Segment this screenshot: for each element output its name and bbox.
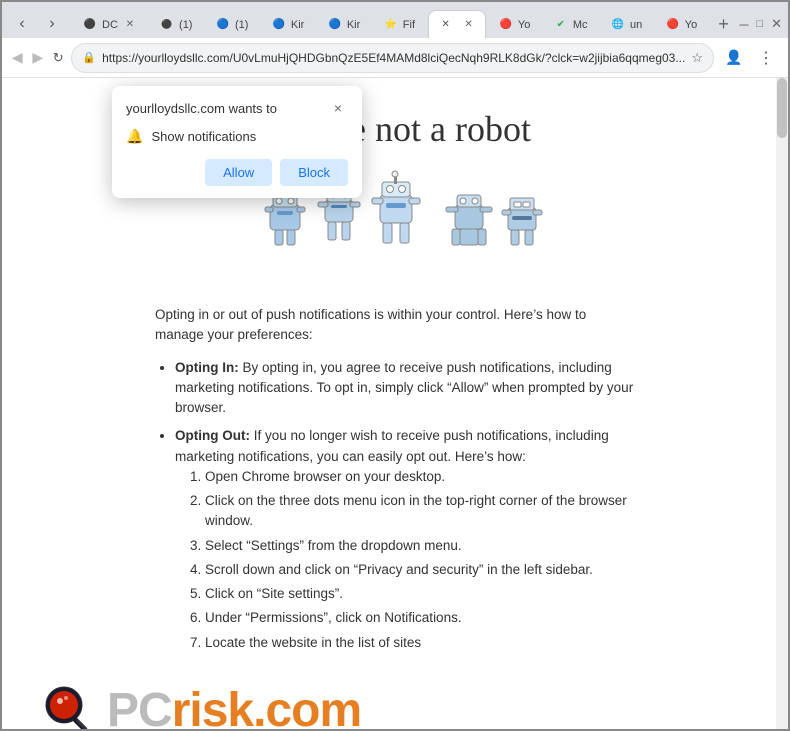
popup-notification-row: 🔔 Show notifications: [126, 128, 348, 145]
step-7: Locate the website in the list of sites: [205, 633, 635, 653]
om-text: .: [253, 684, 265, 729]
step-5: Click on “Site settings”.: [205, 584, 635, 604]
tab-active-icon: ✕: [439, 18, 453, 32]
tab-mc-icon: ✔: [554, 18, 568, 32]
tab-1[interactable]: ⚫ (1): [149, 10, 203, 38]
tab-1-label: (1): [179, 19, 192, 31]
maximize-button[interactable]: □: [756, 18, 763, 30]
tab-kir1-label: Kir: [291, 19, 304, 31]
profile-button[interactable]: 👤: [720, 44, 748, 72]
tab-2-icon: 🔵: [216, 18, 230, 32]
popup-header: yourlloydsllc.com wants to ×: [126, 98, 348, 118]
tab-un[interactable]: 🌐 un: [600, 10, 653, 38]
bookmark-star-icon[interactable]: ☆: [691, 50, 703, 66]
allow-button[interactable]: Allow: [205, 159, 272, 186]
scrollbar-thumb[interactable]: [777, 78, 787, 138]
tab-kir2-icon: 🔵: [328, 18, 342, 32]
tab-active-close[interactable]: ✕: [462, 18, 476, 32]
tab-un-icon: 🌐: [611, 18, 625, 32]
browser-window: ‹ › ⚫ DC ✕ ⚫ (1) 🔵 (1) 🔵 Kir 🔵 Kir ⭐ Fif: [0, 0, 790, 731]
tab-kir2-label: Kir: [347, 19, 360, 31]
opting-in-bold: Opting In:: [175, 360, 239, 375]
tab-yo1-label: Yo: [518, 19, 530, 31]
forward-button[interactable]: ›: [38, 10, 66, 38]
page-body: Opting in or out of push notifications i…: [155, 305, 635, 653]
address-text: https://yourlloydsllc.com/U0vLmuHjQHDGbn…: [102, 51, 685, 65]
tab-1-icon: ⚫: [160, 18, 174, 32]
block-button[interactable]: Block: [280, 159, 348, 186]
opting-in-text: By opting in, you agree to receive push …: [175, 360, 633, 416]
step-3: Select “Settings” from the dropdown menu…: [205, 536, 635, 556]
forward-nav-button[interactable]: ▶: [30, 44, 44, 72]
popup-buttons: Allow Block: [126, 159, 348, 186]
tab-dc-close[interactable]: ✕: [123, 18, 137, 32]
popup-title: yourlloydsllc.com wants to: [126, 101, 277, 116]
tab-kir2[interactable]: 🔵 Kir: [317, 10, 371, 38]
tab-kir1-icon: 🔵: [272, 18, 286, 32]
back-button[interactable]: ‹: [8, 10, 36, 38]
menu-button[interactable]: ⋮: [752, 44, 780, 72]
tab-fif-icon: ⭐: [384, 18, 398, 32]
tab-dc[interactable]: ⚫ DC ✕: [72, 10, 147, 38]
scrollbar[interactable]: [776, 78, 788, 729]
toolbar-right: 👤 ⋮: [720, 44, 780, 72]
step-4: Scroll down and click on “Privacy and se…: [205, 560, 635, 580]
tab-yo2-label: Yo: [685, 19, 697, 31]
tab-mc-label: Mc: [573, 19, 588, 31]
tab-2[interactable]: 🔵 (1): [205, 10, 259, 38]
opting-out-item: Opting Out: If you no longer wish to rec…: [175, 426, 635, 653]
page-intro-text: Opting in or out of push notifications i…: [155, 305, 635, 346]
lock-icon: 🔒: [82, 51, 96, 64]
tab-yo2-icon: 🔴: [666, 18, 680, 32]
tab-yo1-icon: 🔴: [499, 18, 513, 32]
step-1: Open Chrome browser on your desktop.: [205, 467, 635, 487]
tab-mc[interactable]: ✔ Mc: [543, 10, 598, 38]
toolbar: ◀ ▶ ↻ 🔒 https://yourlloydsllc.com/U0vLmu…: [2, 38, 788, 78]
page-bullets: Opting In: By opting in, you agree to re…: [175, 358, 635, 653]
minimize-button[interactable]: ─: [739, 17, 748, 32]
show-notifications-label: Show notifications: [151, 129, 256, 144]
opting-in-item: Opting In: By opting in, you agree to re…: [175, 358, 635, 419]
opting-out-bold: Opting Out:: [175, 428, 250, 443]
pcrisk-logo-text: PCrisk.com: [107, 683, 361, 729]
step-6: Under “Permissions”, click on Notificati…: [205, 608, 635, 628]
tab-dc-icon: ⚫: [83, 18, 97, 32]
com-text: com: [265, 684, 361, 729]
tab-2-label: (1): [235, 19, 248, 31]
tab-yo2[interactable]: 🔴 Yo: [655, 10, 708, 38]
notification-popup: yourlloydsllc.com wants to × 🔔 Show noti…: [112, 86, 362, 198]
tab-dc-label: DC: [102, 19, 118, 31]
bell-icon: 🔔: [126, 128, 143, 145]
tab-bar: ‹ › ⚫ DC ✕ ⚫ (1) 🔵 (1) 🔵 Kir 🔵 Kir ⭐ Fif: [2, 2, 788, 38]
tab-kir1[interactable]: 🔵 Kir: [261, 10, 315, 38]
step-2: Click on the three dots menu icon in the…: [205, 491, 635, 532]
page-area: yourlloydsllc.com wants to × 🔔 Show noti…: [2, 78, 788, 729]
steps-list: Open Chrome browser on your desktop. Cli…: [205, 467, 635, 653]
tab-fif-label: Fif: [403, 19, 415, 31]
risk-text: risk: [172, 684, 253, 729]
tab-active[interactable]: ✕ ✕: [428, 10, 486, 38]
new-tab-button[interactable]: +: [710, 10, 738, 38]
pc-text: PC: [107, 684, 172, 729]
close-window-button[interactable]: ✕: [771, 16, 782, 32]
pcrisk-logo-area: PCrisk.com: [42, 673, 748, 729]
back-nav-button[interactable]: ◀: [10, 44, 24, 72]
popup-close-button[interactable]: ×: [328, 98, 348, 118]
reload-button[interactable]: ↻: [51, 44, 65, 72]
tab-yo1[interactable]: 🔴 Yo: [488, 10, 541, 38]
address-bar[interactable]: 🔒 https://yourlloydsllc.com/U0vLmuHjQHDG…: [71, 43, 714, 73]
pcrisk-logo-icon: [42, 683, 97, 729]
tab-un-label: un: [630, 19, 642, 31]
tab-fif[interactable]: ⭐ Fif: [373, 10, 426, 38]
